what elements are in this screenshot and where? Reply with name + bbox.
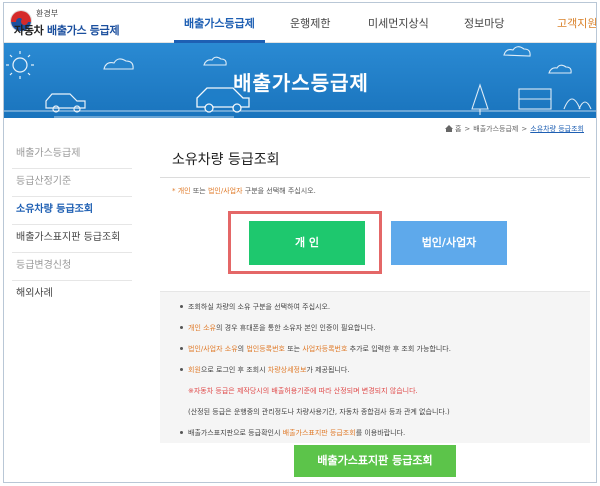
ministry-name: 환경부 <box>36 9 59 18</box>
breadcrumb: 홈 > 배출가스등급제 > 소유차량 등급조회 <box>444 124 584 134</box>
info-text: 또는 <box>284 345 303 353</box>
site-logo[interactable]: 환경부 자동차 배출가스 등급제 <box>10 8 140 38</box>
notice-text: 구분을 선택해 주십시오. <box>242 187 316 195</box>
notice-text: 또는 <box>190 187 208 195</box>
banner-title: 배출가스등급제 <box>233 71 369 95</box>
info-text: 배출가스표지판으로 등급확인시 <box>188 429 283 437</box>
breadcrumb-separator: > <box>464 125 471 133</box>
sidebar-item-owned-vehicle[interactable]: 소유차량 등급조회 <box>12 197 132 225</box>
info-line: (산정된 등급은 운행중의 관리정도나 차량사용기간, 자동차 종합검사 등과 … <box>188 407 450 417</box>
person-button[interactable]: 개 인 <box>249 221 365 265</box>
bullet-icon <box>180 368 183 371</box>
bullet-icon <box>180 305 183 308</box>
main-navigation: 배출가스등급제 운행제한 미세먼지상식 정보마당 고객지원 <box>154 3 596 43</box>
home-icon[interactable] <box>444 125 453 132</box>
info-line: 조회하실 차량의 소유 구분을 선택하여 주십시오. <box>180 302 330 312</box>
sidebar-item-grade-change[interactable]: 등급변경신청 <box>12 253 132 281</box>
breadcrumb-home[interactable]: 홈 <box>455 125 461 133</box>
nav-info[interactable]: 정보마당 <box>464 15 504 43</box>
notice-option-person: 개인 <box>177 187 191 195</box>
info-line: 회원으로 로그인 후 조회시 차량상세정보가 제공됩니다. <box>180 365 350 375</box>
info-text: 의 경우 휴대폰을 통한 소유자 본인 인증이 필요합니다. <box>216 324 376 332</box>
info-text: 를 이용바랍니다. <box>355 429 406 437</box>
info-line: ※자동차 등급은 제작당시의 배출허용기준에 따라 산정되며 변경되지 않습니다… <box>188 386 418 396</box>
info-line: 개인 소유의 경우 휴대폰을 통한 소유자 본인 인증이 필요합니다. <box>180 323 375 333</box>
info-text: 조회하실 차량의 소유 구분을 선택하여 주십시오. <box>188 303 331 311</box>
page-banner: 배출가스등급제 <box>4 43 596 118</box>
sign-lookup-button[interactable]: 배출가스표지판 등급조회 <box>294 445 456 477</box>
sidebar-menu: 배출가스등급제 등급산정기준 소유차량 등급조회 배출가스표지판 등급조회 등급… <box>12 141 132 309</box>
nav-emission-grade[interactable]: 배출가스등급제 <box>174 15 265 43</box>
sidebar-item-overseas[interactable]: 해외사례 <box>12 281 132 309</box>
info-line: 법인/사업자 소유의 법인등록번호 또는 사업자등록번호 추가로 입력한 후 조… <box>180 344 451 354</box>
notice-star: * <box>172 187 176 195</box>
nav-operation-limit[interactable]: 운행제한 <box>290 15 330 43</box>
nav-support[interactable]: 고객지원 <box>557 15 596 43</box>
info-text: 추가로 입력한 후 조회 가능합니다. <box>347 345 451 353</box>
sidebar-item-emission-grade[interactable]: 배출가스등급제 <box>12 141 132 169</box>
info-highlight: 차량상세정보 <box>267 366 307 374</box>
browser-frame: 환경부 자동차 배출가스 등급제 배출가스등급제 운행제한 미세먼지상식 정보마… <box>3 2 597 483</box>
bullet-icon <box>180 431 183 434</box>
nav-fine-dust[interactable]: 미세먼지상식 <box>368 15 429 43</box>
site-title-main: 배출가스 등급제 <box>47 24 120 37</box>
info-text: 가 제공됩니다. <box>306 366 350 374</box>
page-title: 소유차량 등급조회 <box>172 152 280 168</box>
selection-notice: * 개인 또는 법인/사업자 구분을 선택해 주십시오. <box>172 186 316 196</box>
info-text: (산정된 등급은 운행중의 관리정도나 차량사용기간, 자동차 종합검사 등과 … <box>188 408 450 416</box>
info-warning: ※자동차 등급은 제작당시의 배출허용기준에 따라 산정되며 변경되지 않습니다… <box>188 387 418 395</box>
breadcrumb-parent[interactable]: 배출가스등급제 <box>473 125 518 133</box>
main-content: 소유차량 등급조회 * 개인 또는 법인/사업자 구분을 선택해 주십시오. 개… <box>160 141 590 481</box>
bullet-icon <box>180 347 183 350</box>
info-guide-box: 조회하실 차량의 소유 구분을 선택하여 주십시오. 개인 소유의 경우 휴대폰… <box>160 291 590 443</box>
sidebar-item-sign-lookup[interactable]: 배출가스표지판 등급조회 <box>12 225 132 253</box>
info-line: 배출가스표지판으로 등급확인시 배출가스표지판 등급조회를 이용바랍니다. <box>180 428 405 438</box>
breadcrumb-separator: > <box>521 125 528 133</box>
info-highlight: 법인/사업자 소유 <box>188 345 238 353</box>
sidebar-item-grade-criteria[interactable]: 등급산정기준 <box>12 169 132 197</box>
site-title: 자동차 배출가스 등급제 <box>14 22 120 38</box>
info-highlight: 배출가스표지판 등급조회 <box>282 429 356 437</box>
bullet-icon <box>180 326 183 329</box>
info-text: 으로 로그인 후 조회시 <box>200 366 268 374</box>
site-header: 환경부 자동차 배출가스 등급제 배출가스등급제 운행제한 미세먼지상식 정보마… <box>4 3 596 43</box>
breadcrumb-current[interactable]: 소유차량 등급조회 <box>530 125 584 133</box>
info-highlight: 회원 <box>188 366 201 374</box>
info-highlight: 개인 소유 <box>188 324 216 332</box>
title-divider <box>160 177 590 178</box>
corporation-button[interactable]: 법인/사업자 <box>391 221 507 265</box>
site-title-prefix: 자동차 <box>14 24 47 37</box>
notice-option-corp: 법인/사업자 <box>207 187 243 195</box>
info-highlight: 사업자등록번호 <box>302 345 348 353</box>
info-highlight: 법인등록번호 <box>246 345 285 353</box>
